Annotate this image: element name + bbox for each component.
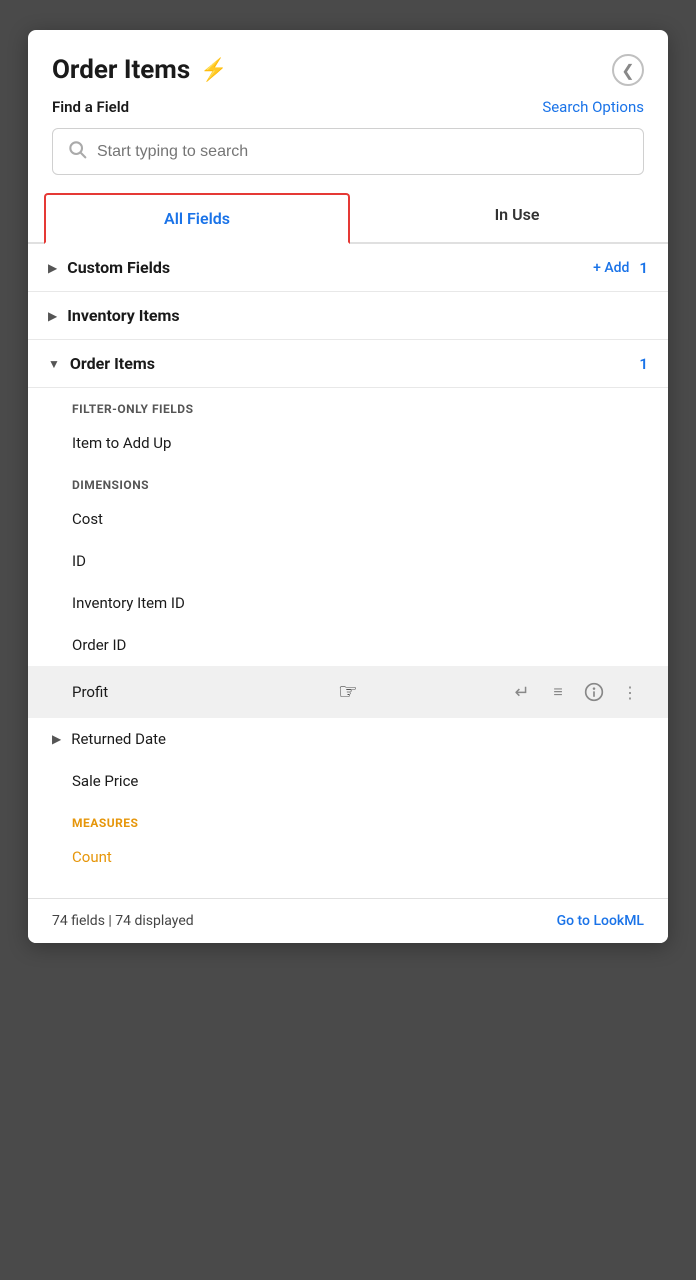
group-name-inventory-items: Inventory Items	[67, 306, 648, 325]
lightning-icon: ⚡	[200, 58, 227, 83]
dimensions-header: DIMENSIONS	[28, 464, 668, 498]
group-name-order-items: Order Items	[70, 354, 640, 373]
field-item-id[interactable]: ID	[28, 540, 668, 582]
pivot-icon[interactable]: ↵	[508, 678, 536, 706]
field-item-inventory-item-id[interactable]: Inventory Item ID	[28, 582, 668, 624]
search-input[interactable]	[97, 143, 629, 161]
field-name: Order ID	[72, 636, 644, 654]
back-button[interactable]: ❮	[612, 54, 644, 86]
field-item-profit[interactable]: Profit ↵ ≡ ⋮ ☞	[28, 666, 668, 718]
field-actions: ↵ ≡ ⋮	[508, 678, 644, 706]
group-row-inventory-items[interactable]: ▶ Inventory Items	[28, 292, 668, 340]
field-name: Returned Date	[71, 730, 166, 748]
chevron-right-icon: ▶	[48, 261, 57, 275]
custom-fields-count: 1	[639, 259, 648, 277]
filter-only-fields-header: FILTER-ONLY FIELDS	[28, 388, 668, 422]
group-row-custom-fields[interactable]: ▶ Custom Fields + Add 1	[28, 244, 668, 292]
header-left: Order Items ⚡	[52, 55, 228, 85]
panel-header: Order Items ⚡ ❮	[28, 30, 668, 98]
find-field-label: Find a Field	[52, 98, 129, 116]
find-field-row: Find a Field Search Options	[28, 98, 668, 124]
field-item-count[interactable]: Count	[28, 836, 668, 878]
tab-all-fields[interactable]: All Fields	[44, 193, 350, 244]
chevron-right-icon: ▶	[52, 732, 61, 746]
measures-header: MEASURES	[28, 802, 668, 836]
group-name-custom-fields: Custom Fields	[67, 258, 593, 277]
field-name: Item to Add Up	[72, 434, 644, 452]
group-row-order-items[interactable]: ▼ Order Items 1	[28, 340, 668, 388]
chevron-down-icon: ▼	[48, 357, 60, 371]
search-input-wrap	[52, 128, 644, 175]
field-name: Count	[72, 848, 644, 866]
tab-in-use[interactable]: In Use	[366, 191, 668, 242]
field-item-item-to-add-up[interactable]: Item to Add Up	[28, 422, 668, 464]
field-item-sale-price[interactable]: Sale Price	[28, 760, 668, 802]
search-icon	[67, 139, 87, 164]
field-name: Profit	[72, 683, 508, 701]
field-item-returned-date[interactable]: ▶ Returned Date	[28, 718, 668, 760]
more-menu-icon[interactable]: ⋮	[616, 678, 644, 706]
field-name: Cost	[72, 510, 644, 528]
field-name: Inventory Item ID	[72, 594, 644, 612]
fields-count: 74 fields | 74 displayed	[52, 913, 194, 929]
goto-lookml-link[interactable]: Go to LookML	[557, 913, 644, 929]
field-list: ▶ Custom Fields + Add 1 ▶ Inventory Item…	[28, 244, 668, 898]
panel-footer: 74 fields | 74 displayed Go to LookML	[28, 898, 668, 943]
chevron-right-icon: ▶	[48, 309, 57, 323]
field-item-cost[interactable]: Cost	[28, 498, 668, 540]
info-icon[interactable]	[580, 678, 608, 706]
back-chevron-icon: ❮	[621, 61, 634, 80]
search-options-link[interactable]: Search Options	[542, 98, 644, 116]
add-custom-field-button[interactable]: + Add	[593, 260, 629, 276]
field-name: ID	[72, 552, 644, 570]
field-item-order-id[interactable]: Order ID	[28, 624, 668, 666]
panel-title: Order Items	[52, 55, 190, 85]
order-items-count: 1	[639, 355, 648, 373]
tabs-container: All Fields In Use	[28, 191, 668, 244]
order-items-panel: Order Items ⚡ ❮ Find a Field Search Opti…	[28, 30, 668, 943]
field-name: Sale Price	[72, 772, 644, 790]
filter-icon[interactable]: ≡	[544, 678, 572, 706]
